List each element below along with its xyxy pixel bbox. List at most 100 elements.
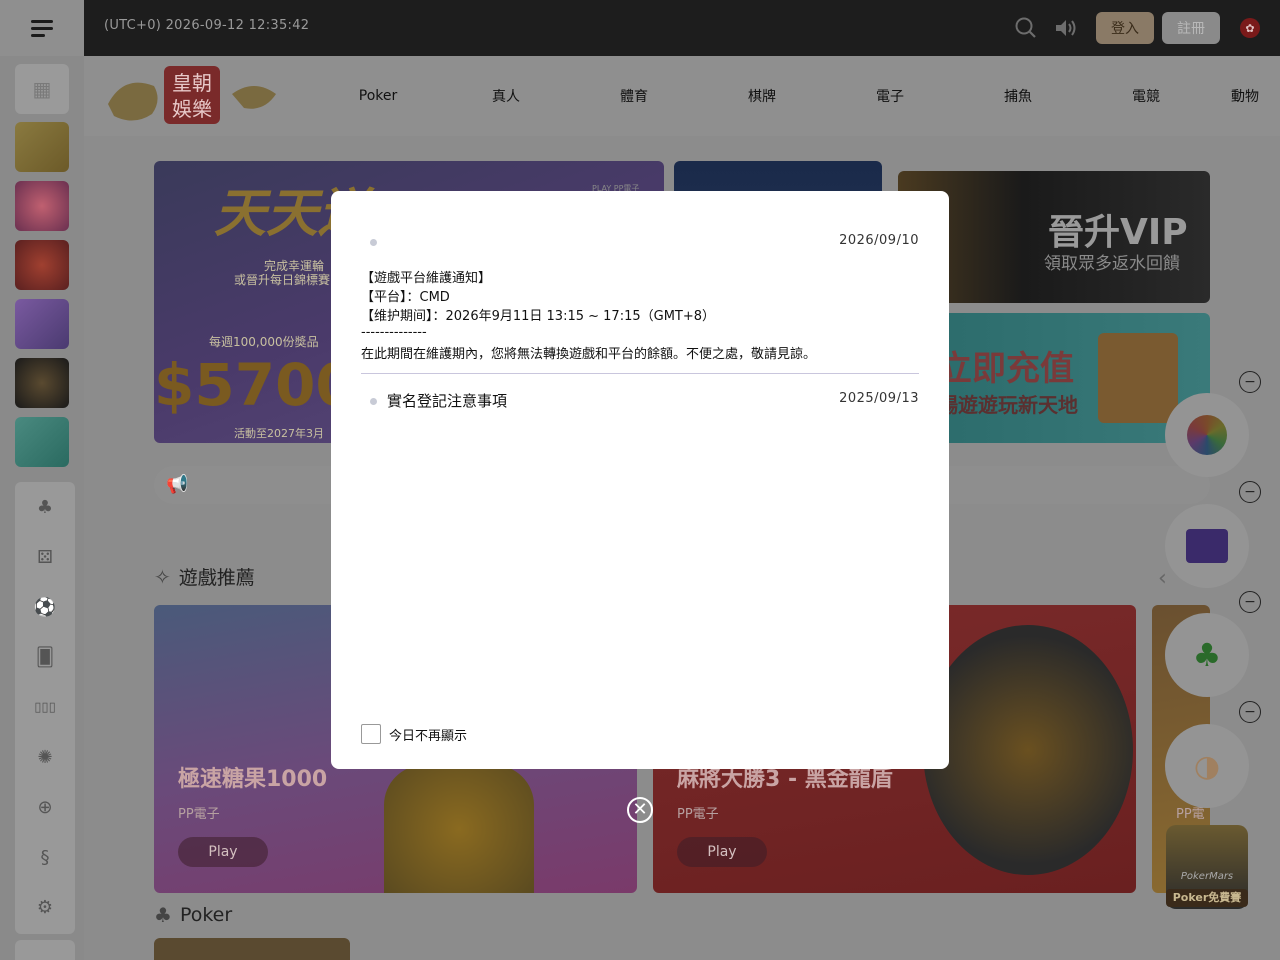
poker-section-title: ♣ Poker [154,903,233,927]
login-button[interactable]: 登入 [1096,12,1154,44]
sidebar-item-sports[interactable]: ⚽ [15,582,75,632]
rocket-graphic [384,765,534,893]
sparkle-icon: ✧ [154,564,171,589]
header: 皇朝 娛樂 Poker 真人 體育 棋牌 電子 捕魚 電競 動物 [84,56,1280,136]
sidebar-item-fishing[interactable]: ✺ [15,732,75,782]
hamburger-menu-button[interactable] [0,0,84,56]
announcement-modal: 2026/09/10 【遊戲平台維護通知】 【平台】：CMD 【维护期间】：20… [331,191,949,769]
recommend-section-title: ✧ 遊戲推薦 [154,564,255,590]
top-navigation: Poker 真人 體育 棋牌 電子 捕魚 電競 動物 [314,56,1280,136]
sidebar-support-button[interactable] [15,940,75,960]
nav-item-live[interactable]: 真人 [442,86,570,106]
nav-item-esports[interactable]: 電競 [1082,86,1210,106]
notice-title-link[interactable]: 實名登記注意事項 [387,390,507,411]
dont-show-today[interactable]: 今日不再顯示 [361,724,467,744]
sidebar-vip-icon[interactable] [15,358,69,408]
svg-text:皇朝: 皇朝 [172,71,212,95]
sidebar-item-poker[interactable]: ♣ [15,482,75,532]
sidebar-item-animal[interactable]: § [15,832,75,882]
notice-date: 2025/09/13 [839,391,919,406]
soccer-ball-icon: ⚽ [33,596,57,618]
calendar-icon [1186,529,1228,563]
nav-item-sports[interactable]: 體育 [570,86,698,106]
play-button[interactable]: Play [178,837,268,867]
customer-service-float-button[interactable]: ◑ [1165,724,1249,808]
cards-suit-icon: ♣ [154,903,172,927]
notice-bullet-icon [370,398,377,405]
nav-item-slots[interactable]: 電子 [826,86,954,106]
nav-item-animal[interactable]: 動物 [1210,86,1280,106]
pokermars-label: PokerMars [1180,871,1234,882]
collapse-button[interactable]: − [1239,481,1261,503]
sidebar-item-live[interactable]: ⚄ [15,532,75,582]
language-flag-icon[interactable]: ✿ [1240,18,1260,38]
game-title: 極速糖果1000 [178,767,328,792]
dragon-graphic [923,625,1133,875]
sidebar-calendar-icon[interactable] [15,299,69,349]
deposit-subtitle: 暢遊遊玩新天地 [938,393,1078,417]
wallet-graphic [1098,333,1178,423]
dont-show-checkbox[interactable] [361,724,381,744]
nav-item-fishing[interactable]: 捕魚 [954,86,1082,106]
sidebar: ▦ ♣ ⚄ ⚽ 🂠 ▯▯▯ ✺ ⊕ § ⚙ [0,56,84,960]
notice-bullet-icon [370,239,377,246]
lucky-wheel-float-button[interactable] [1165,393,1249,477]
money-tree-float-button[interactable]: ♣ [1165,613,1249,697]
sidebar-wallet-icon[interactable]: ▦ [15,64,69,114]
sidebar-category-menu: ♣ ⚄ ⚽ 🂠 ▯▯▯ ✺ ⊕ § ⚙ [15,482,75,934]
svg-text:娛樂: 娛樂 [172,97,212,121]
sidebar-item-esports[interactable]: ⊕ [15,782,75,832]
notice-line: 【平台】：CMD [361,290,450,305]
vip-subtitle: 領取眾多返水回饋 [1044,254,1180,274]
collapse-button[interactable]: − [1239,371,1261,393]
notice-separator: -------------- [361,325,427,340]
register-button[interactable]: 註冊 [1162,12,1220,44]
color-wheel-icon [1187,415,1227,455]
pokermars-float-button[interactable]: PokerMars Poker免費賽 [1166,825,1248,909]
notice-line: 【遊戲平台維護通知】 [361,271,492,286]
hamburger-icon [31,20,53,37]
brand-logo[interactable]: 皇朝 娛樂 [104,64,280,128]
dragon-logo-icon: 皇朝 娛樂 [108,66,276,124]
play-button[interactable]: Play [677,837,767,867]
deposit-title: 立即充值 [938,349,1074,389]
playing-cards-icon: 🂠 [35,646,55,668]
money-tree-icon: ♣ [1192,636,1222,674]
nav-item-chess[interactable]: 棋牌 [698,86,826,106]
rooster-icon: § [40,846,50,868]
sidebar-item-lottery[interactable]: ⚙ [15,882,75,932]
notice-line: 在此期間在維護期內，您將無法轉換遊戲和平台的餘額。不便之處，敬請見諒。 [361,347,817,362]
sidebar-item-slots[interactable]: ▯▯▯ [15,682,75,732]
lottery-icon: ⚙ [36,896,54,918]
slot-machine-icon: ▯▯▯ [34,699,56,715]
sidebar-item-chess[interactable]: 🂠 [15,632,75,682]
game-provider: PP電子 [677,807,719,822]
close-icon: ✕ [632,799,648,820]
sidebar-gift-icon[interactable] [15,122,69,172]
gamepad-icon: ⊕ [37,796,53,818]
collapse-button[interactable]: − [1239,591,1261,613]
poker-game-card[interactable] [154,938,350,960]
search-button[interactable] [1012,14,1040,42]
nav-item-poker[interactable]: Poker [314,88,442,104]
sidebar-redpacket-icon[interactable] [15,240,69,290]
notice-line: 【维护期间】：2026年9月11日 13:15 ~ 17:15（GMT+8） [361,309,716,324]
search-icon [1015,17,1036,38]
collapse-button[interactable]: − [1239,701,1261,723]
notice-body: 【遊戲平台維護通知】 【平台】：CMD 【维护期间】：2026年9月11日 13… [361,269,919,364]
cards-suit-icon: ♣ [36,496,54,518]
fish-icon: ✺ [37,746,53,768]
sound-button[interactable] [1052,14,1080,42]
banner-line2: 或晉升每日錦標賽 [234,273,331,287]
dont-show-label: 今日不再顯示 [389,728,468,744]
modal-close-button[interactable]: ✕ [627,797,653,823]
server-clock: (UTC+0) 2026-09-12 12:35:42 [104,18,310,33]
game-provider: PP電子 [178,807,220,822]
carousel-prev-icon[interactable]: ‹ [1158,566,1167,591]
speaker-icon [1056,20,1076,36]
sidebar-wheel-icon[interactable] [15,181,69,231]
calendar-float-button[interactable] [1165,504,1249,588]
sidebar-deposit-icon[interactable] [15,417,69,467]
vip-title: 晉升VIP [1048,212,1188,253]
banner-footer: 活動至2027年3月 [234,427,324,440]
